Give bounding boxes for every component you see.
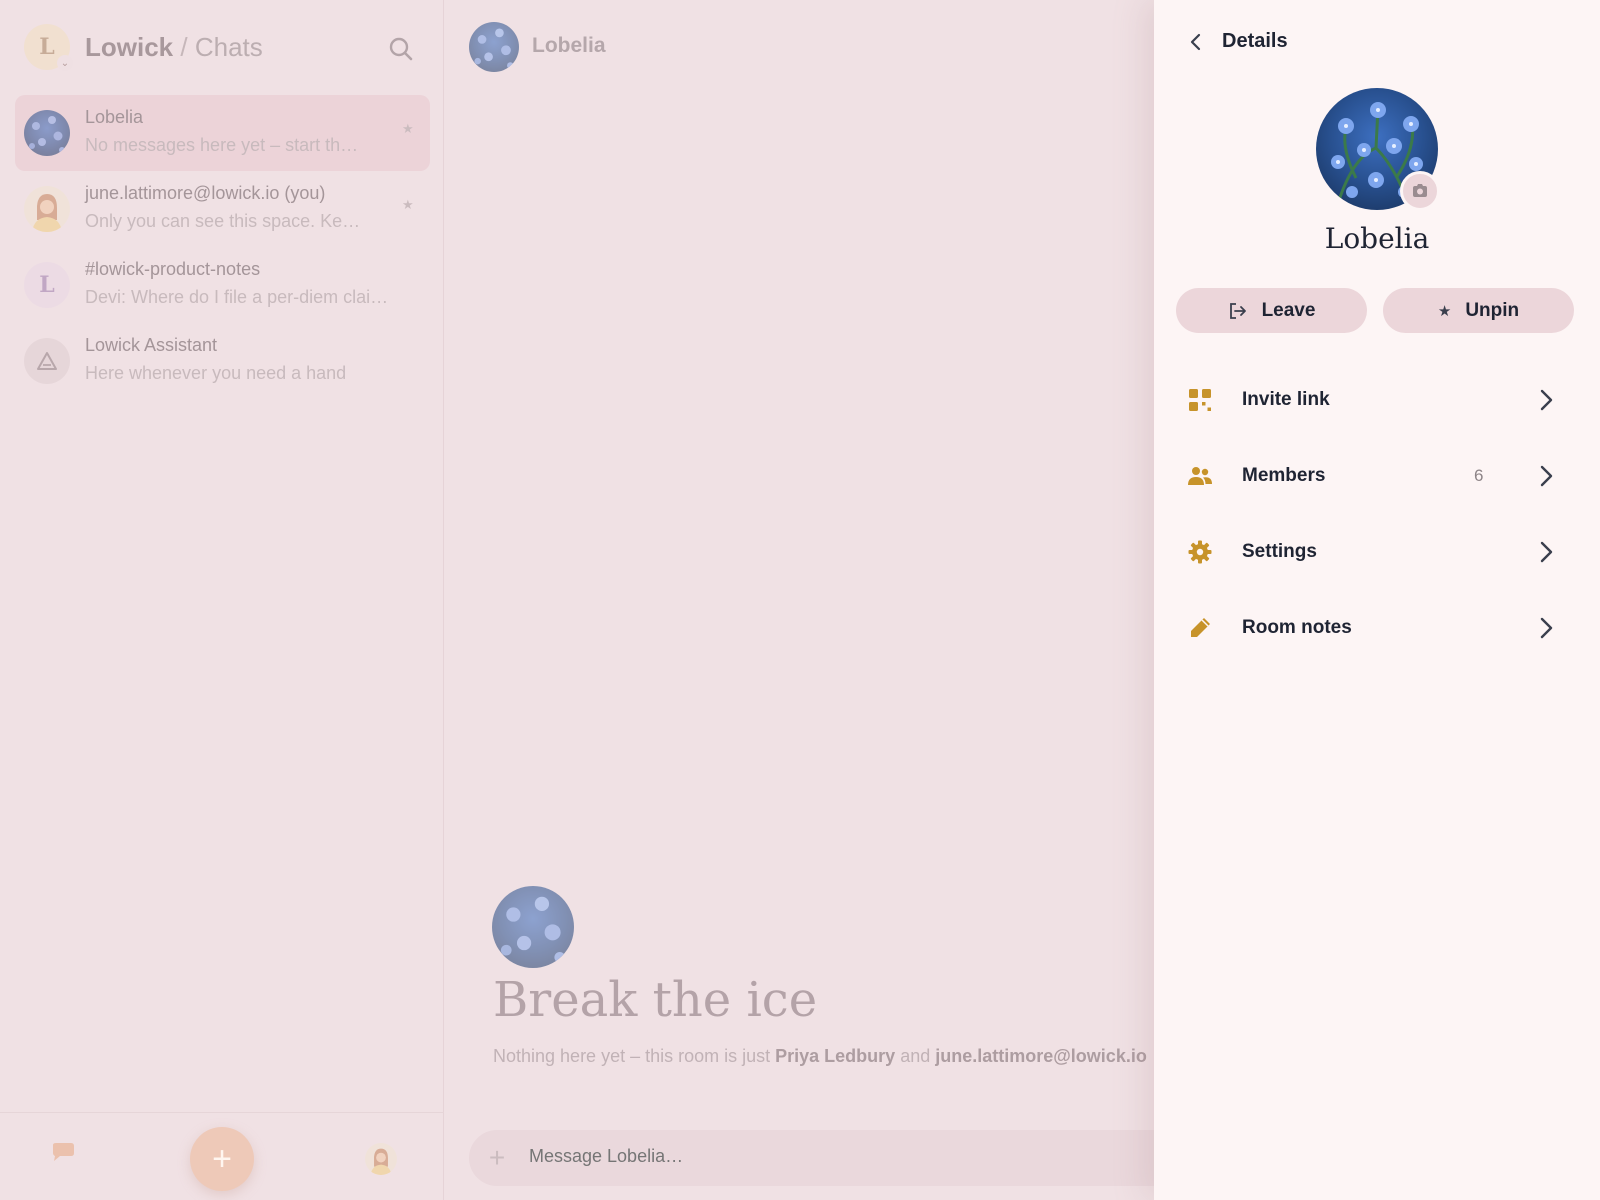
section-name: Chats [194, 32, 263, 62]
chat-preview: No messages here yet – start th… [85, 135, 359, 155]
member-count: 6 [1474, 466, 1484, 485]
chevron-right-icon [1540, 541, 1553, 563]
menu-item-room-notes[interactable]: Room notes [1154, 590, 1600, 666]
chat-item-product-notes[interactable]: L #lowick-product-notes Devi: Where do I… [15, 247, 430, 323]
intro-text: Nothing here yet – this room is just Pri… [493, 1046, 1147, 1067]
chat-bubble-icon [53, 1143, 74, 1161]
attach-button[interactable]: + [481, 1142, 513, 1174]
intro-user-2: june.lattimore@lowick.io [935, 1046, 1147, 1066]
workspace-title: Lowick / Chats [85, 30, 263, 64]
people-icon [1188, 467, 1212, 485]
new-chat-button[interactable]: + [190, 1127, 254, 1191]
chat-preview: Here whenever you need a hand [85, 363, 347, 383]
assistant-icon [37, 352, 57, 370]
chat-item-assistant[interactable]: Lowick Assistant Here whenever you need … [15, 323, 430, 399]
details-menu: Invite link Members 6 Settings Room note… [1154, 362, 1600, 666]
avatar: L [24, 262, 70, 308]
chat-item-self[interactable]: june.lattimore@lowick.io (you) Only you … [15, 171, 430, 247]
nav-chats-button[interactable] [50, 1141, 76, 1170]
avatar [24, 186, 70, 232]
room-avatar[interactable] [469, 22, 519, 72]
chevron-right-icon [1540, 465, 1553, 487]
chat-item-lobelia[interactable]: Lobelia No messages here yet – start th…… [15, 95, 430, 171]
leave-label: Leave [1261, 299, 1316, 321]
menu-label: Members [1242, 465, 1326, 486]
pin-icon: ★ [1437, 302, 1452, 320]
unpin-button[interactable]: ★ Unpin [1383, 288, 1574, 333]
qr-code-icon [1189, 389, 1211, 411]
chat-name: Lobelia [85, 107, 144, 127]
leave-button[interactable]: Leave [1176, 288, 1367, 333]
intro-avatar [492, 886, 574, 968]
intro-prefix: Nothing here yet – this room is just [493, 1046, 776, 1066]
menu-item-settings[interactable]: Settings [1154, 514, 1600, 590]
menu-item-members[interactable]: Members 6 [1154, 438, 1600, 514]
leave-icon [1229, 302, 1246, 319]
details-panel: Details Lobelia Leave ★ Unpin Invite lin… [1154, 0, 1600, 1200]
intro-title: Break the ice [493, 972, 818, 1028]
avatar [24, 338, 70, 384]
chat-name: june.lattimore@lowick.io (you) [85, 183, 326, 203]
avatar [24, 110, 70, 156]
chat-name: #lowick-product-notes [85, 259, 261, 279]
pencil-icon [1191, 618, 1210, 637]
profile-avatar[interactable] [365, 1143, 397, 1175]
chat-list: Lobelia No messages here yet – start th…… [15, 95, 430, 399]
pin-icon: ★ [402, 121, 414, 136]
menu-label: Settings [1242, 541, 1317, 562]
back-button[interactable] [1184, 30, 1208, 54]
intro-user-1: Priya Ledbury [775, 1046, 896, 1066]
camera-icon [1413, 184, 1427, 197]
details-title: Details [1222, 30, 1288, 52]
chevron-down-icon[interactable]: ⌄ [57, 55, 73, 71]
menu-item-invite-link[interactable]: Invite link [1154, 362, 1600, 438]
menu-label: Room notes [1242, 617, 1352, 638]
search-icon [389, 37, 413, 61]
pin-icon: ★ [402, 197, 414, 212]
chevron-right-icon [1540, 617, 1553, 639]
breadcrumb-separator: / [180, 32, 188, 62]
bottom-nav: + [0, 1112, 444, 1200]
change-photo-button[interactable] [1400, 171, 1440, 211]
menu-label: Invite link [1242, 389, 1330, 410]
chevron-left-icon [1190, 33, 1201, 51]
chat-preview: Only you can see this space. Ke… [85, 211, 361, 231]
intro-and: and [895, 1046, 936, 1066]
chat-name: Lowick Assistant [85, 335, 218, 355]
chat-sidebar: L ⌄ Lowick / Chats Lobelia No messages h… [0, 0, 444, 1200]
room-title[interactable]: Lobelia [532, 34, 606, 58]
workspace-name[interactable]: Lowick [85, 32, 173, 62]
sidebar-header: L ⌄ Lowick / Chats [0, 0, 444, 96]
search-button[interactable] [384, 32, 418, 66]
gear-icon [1188, 540, 1212, 564]
room-name: Lobelia [1324, 222, 1430, 255]
unpin-label: Unpin [1465, 299, 1520, 321]
message-input[interactable] [529, 1146, 1129, 1167]
chevron-right-icon [1540, 389, 1553, 411]
chat-preview: Devi: Where do I file a per-diem clai… [85, 287, 389, 307]
